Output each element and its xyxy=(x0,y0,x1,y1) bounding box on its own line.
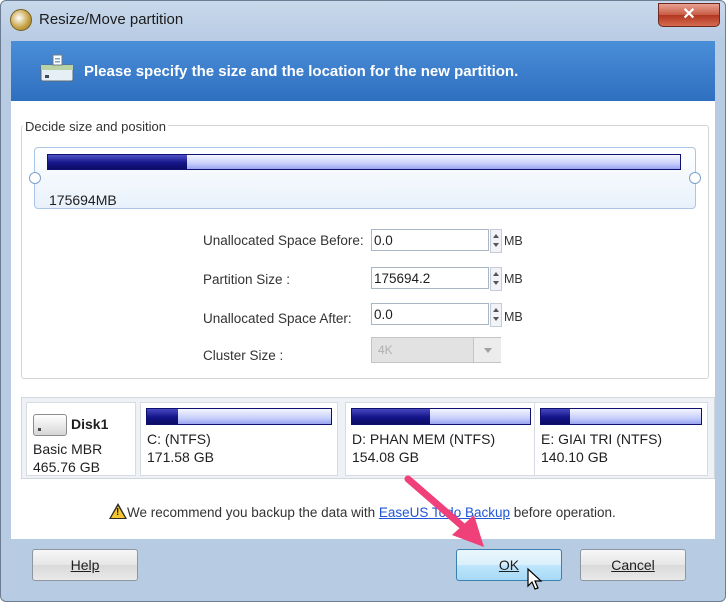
cluster-size-value: 4K xyxy=(378,343,393,357)
partition-disk-icon xyxy=(40,54,74,82)
title-bar: Resize/Move partition ✕ xyxy=(1,1,725,39)
warning-suffix: before operation. xyxy=(509,505,616,520)
ok-button[interactable]: OK xyxy=(456,549,562,581)
partition-card-e[interactable]: E: GIAI TRI (NTFS) 140.10 GB xyxy=(534,402,708,476)
partition-size-label: Partition Size : xyxy=(203,272,291,287)
partition-size-spinner[interactable] xyxy=(490,267,502,291)
unallocated-after-input[interactable]: 0.0 xyxy=(371,303,489,325)
disk-name: Disk1 xyxy=(71,416,109,432)
partition-usage-bar xyxy=(540,408,702,425)
size-bar-track[interactable] xyxy=(47,154,681,170)
partition-name: E: GIAI TRI (NTFS) xyxy=(541,431,663,447)
cluster-size-label: Cluster Size : xyxy=(203,348,284,363)
help-button[interactable]: Help xyxy=(32,549,138,581)
unallocated-before-unit: MB xyxy=(504,234,523,248)
partition-card-d[interactable]: D: PHAN MEM (NTFS) 154.08 GB xyxy=(345,402,537,476)
partition-name: D: PHAN MEM (NTFS) xyxy=(352,431,496,447)
partition-usage-bar xyxy=(146,408,332,425)
help-button-label: Help xyxy=(70,557,100,573)
mouse-cursor-icon xyxy=(527,567,543,590)
window-title: Resize/Move partition xyxy=(39,11,184,28)
backup-warning: ! We recommend you backup the data with … xyxy=(109,503,616,520)
partition-usage-fill xyxy=(541,409,570,424)
ok-button-label: OK xyxy=(498,557,520,573)
unallocated-before-input[interactable]: 0.0 xyxy=(371,229,489,251)
banner-text: Please specify the size and the location… xyxy=(84,63,519,80)
button-bar: Help OK Cancel xyxy=(1,539,725,601)
partition-size: 154.08 GB xyxy=(352,449,419,465)
disk-size: 465.76 GB xyxy=(33,459,100,475)
easeus-todo-backup-link[interactable]: EaseUS Todo Backup xyxy=(379,505,510,520)
partition-size-bar[interactable]: 175694MB xyxy=(34,147,696,209)
partition-size: 171.58 GB xyxy=(147,449,214,465)
unallocated-after-spinner[interactable] xyxy=(490,303,502,327)
hard-disk-icon xyxy=(33,414,67,436)
size-bar-fill xyxy=(48,155,188,169)
right-resize-handle[interactable] xyxy=(689,172,701,184)
unallocated-before-spinner[interactable] xyxy=(490,229,502,253)
partition-name: C: (NTFS) xyxy=(147,431,211,447)
partition-size-unit: MB xyxy=(504,272,523,286)
disk-info-card[interactable]: Disk1 Basic MBR 465.76 GB xyxy=(26,402,136,476)
partition-usage-fill xyxy=(352,409,431,424)
unallocated-after-label: Unallocated Space After: xyxy=(203,311,352,326)
partition-usage-fill xyxy=(147,409,179,424)
app-icon xyxy=(10,9,32,31)
left-resize-handle[interactable] xyxy=(29,172,41,184)
cancel-button[interactable]: Cancel xyxy=(580,549,686,581)
dialog-content: Decide size and position 175694MB Unallo… xyxy=(11,101,715,539)
disk-type: Basic MBR xyxy=(33,441,103,457)
cancel-button-label: Cancel xyxy=(611,557,655,573)
resize-move-partition-dialog: Resize/Move partition ✕ Please specify t… xyxy=(0,0,726,602)
partition-card-c[interactable]: C: (NTFS) 171.58 GB xyxy=(140,402,338,476)
close-button[interactable]: ✕ xyxy=(658,3,720,27)
warning-icon: ! xyxy=(109,503,127,519)
disk-map: Disk1 Basic MBR 465.76 GB C: (NTFS) 171.… xyxy=(21,397,715,479)
partition-size: 140.10 GB xyxy=(541,449,608,465)
unallocated-before-label: Unallocated Space Before: xyxy=(203,233,364,248)
group-title: Decide size and position xyxy=(23,119,168,134)
warning-prefix: We recommend you backup the data with xyxy=(127,505,379,520)
cluster-size-select: 4K xyxy=(371,337,501,363)
partition-size-display: 175694MB xyxy=(49,192,117,208)
chevron-down-icon xyxy=(473,338,501,362)
partition-usage-bar xyxy=(351,408,531,425)
partition-size-input[interactable]: 175694.2 xyxy=(371,267,489,289)
unallocated-after-unit: MB xyxy=(504,310,523,324)
header-banner: Please specify the size and the location… xyxy=(11,41,715,101)
